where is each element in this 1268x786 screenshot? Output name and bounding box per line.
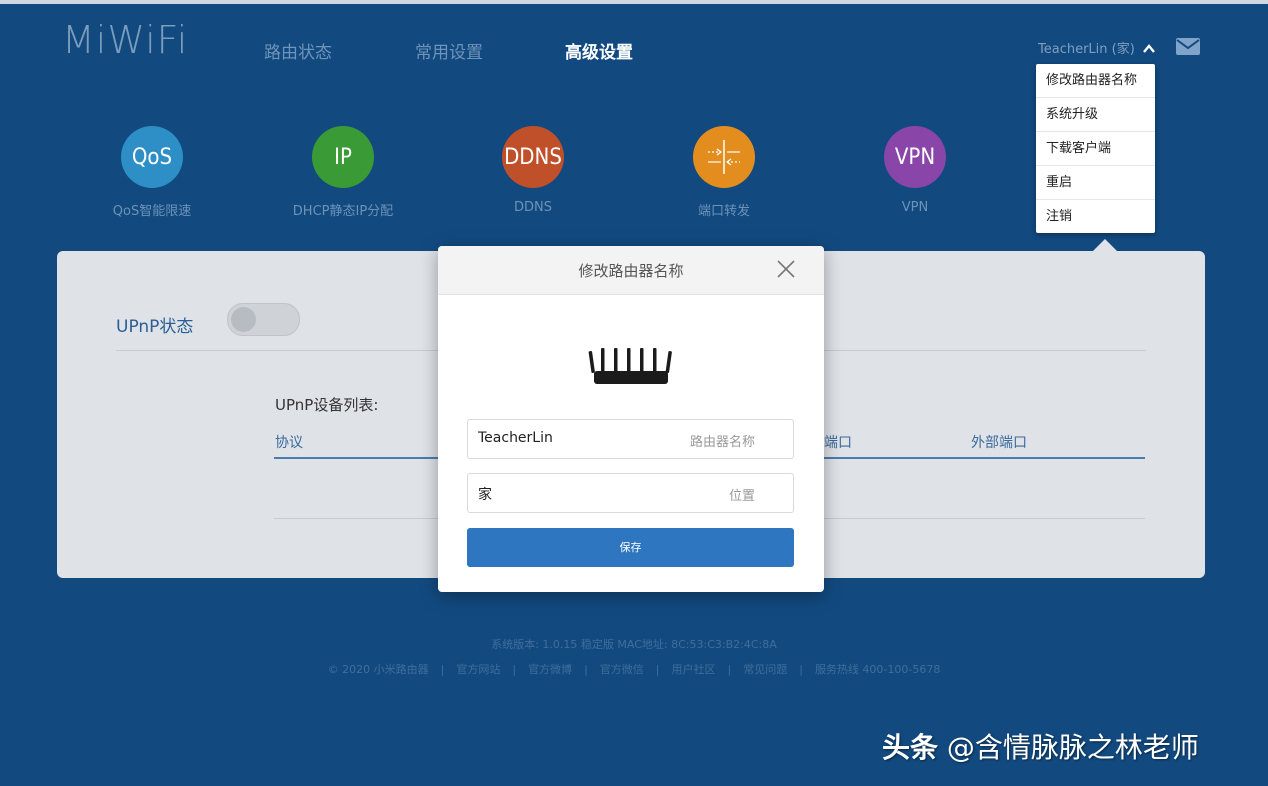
copyright: © 2020 小米路由器 (327, 663, 429, 676)
qos-icon: QoS (121, 126, 183, 188)
nav-common-settings[interactable]: 常用设置 (415, 38, 483, 63)
column-protocol: 协议 (275, 435, 303, 451)
watermark-strong: 头条 (882, 731, 939, 764)
link-faq[interactable]: 常见问题 (743, 663, 787, 676)
feature-ddns[interactable]: DDNS DDNS (463, 126, 603, 215)
separator: | (440, 663, 445, 676)
link-official-site[interactable]: 官方网站 (456, 663, 500, 676)
location-field[interactable]: 家 位置 (467, 473, 794, 513)
separator: | (512, 663, 517, 676)
router-name-value: TeacherLin (478, 430, 553, 446)
version-info: 系统版本: 1.0.15 稳定版 MAC地址: 8C:53:C3:B2:4C:8… (491, 638, 777, 651)
link-wechat[interactable]: 官方微信 (600, 663, 644, 676)
toggle-knob (231, 307, 256, 332)
dropdown-pointer (1093, 239, 1117, 251)
menu-item-rename-router[interactable]: 修改路由器名称 (1036, 64, 1155, 98)
save-button[interactable]: 保存 (467, 528, 794, 567)
feature-label: 端口转发 (697, 204, 750, 219)
miwifi-logo: MiWiFi (62, 18, 189, 62)
close-icon[interactable] (775, 258, 797, 280)
separator: | (655, 663, 660, 676)
feature-qos[interactable]: QoS QoS智能限速 (82, 126, 222, 219)
watermark: 头条 @含情脉脉之林老师 (882, 726, 1199, 766)
service-hotline: 服务热线 400-100-5678 (814, 663, 941, 676)
user-menu[interactable]: TeacherLin (家) (1038, 38, 1155, 57)
location-placeholder: 位置 (728, 489, 755, 504)
mail-icon[interactable] (1176, 38, 1200, 55)
dialog-title: 修改路由器名称 (578, 262, 684, 280)
ip-icon: IP (312, 126, 374, 188)
feature-label: QoS智能限速 (112, 204, 192, 219)
ddns-icon: DDNS (502, 126, 564, 188)
upnp-status-label: UPnP状态 (116, 317, 194, 337)
feature-vpn[interactable]: VPN VPN (845, 126, 985, 215)
link-weibo[interactable]: 官方微博 (528, 663, 572, 676)
user-dropdown-menu: 修改路由器名称 系统升级 下载客户端 重启 注销 (1036, 64, 1155, 233)
footer-links: © 2020 小米路由器 | 官方网站 | 官方微博 | 官方微信 | 用户社区 | 常见问题 | 服务… (0, 661, 1268, 677)
feature-label: VPN (901, 200, 929, 215)
nav-router-status[interactable]: 路由状态 (264, 38, 332, 63)
menu-item-system-upgrade[interactable]: 系统升级 (1036, 98, 1155, 132)
feature-dhcp-static-ip[interactable]: IP DHCP静态IP分配 (273, 126, 413, 219)
feature-port-forwarding[interactable]: 端口转发 (654, 126, 794, 219)
feature-label: DHCP静态IP分配 (292, 204, 394, 219)
router-name-placeholder: 路由器名称 (689, 435, 755, 450)
port-forward-icon (693, 126, 755, 188)
nav-advanced-settings[interactable]: 高级设置 (565, 38, 633, 63)
chevron-up-icon (1143, 41, 1155, 57)
feature-label: DDNS (514, 200, 552, 215)
column-external-port: 外部端口 (971, 435, 1027, 451)
link-community[interactable]: 用户社区 (672, 663, 716, 676)
router-icon (588, 346, 674, 392)
menu-item-logout[interactable]: 注销 (1036, 200, 1155, 233)
column-port: 端口 (824, 435, 852, 451)
vpn-icon: VPN (884, 126, 946, 188)
menu-item-download-client[interactable]: 下载客户端 (1036, 132, 1155, 166)
dialog-header: 修改路由器名称 (438, 246, 824, 295)
upnp-list-title: UPnP设备列表: (275, 396, 379, 414)
router-name-field[interactable]: TeacherLin 路由器名称 (467, 419, 794, 459)
user-label: TeacherLin (家) (1038, 42, 1135, 57)
location-value: 家 (478, 487, 492, 503)
separator: | (799, 663, 803, 676)
separator: | (584, 663, 588, 676)
upnp-toggle[interactable] (227, 303, 300, 336)
separator: | (727, 663, 732, 676)
rename-router-dialog: 修改路由器名称 TeacherLin 路由器名称 家 位置 保存 (438, 246, 824, 592)
menu-item-reboot[interactable]: 重启 (1036, 166, 1155, 200)
watermark-text: @含情脉脉之林老师 (938, 731, 1199, 764)
